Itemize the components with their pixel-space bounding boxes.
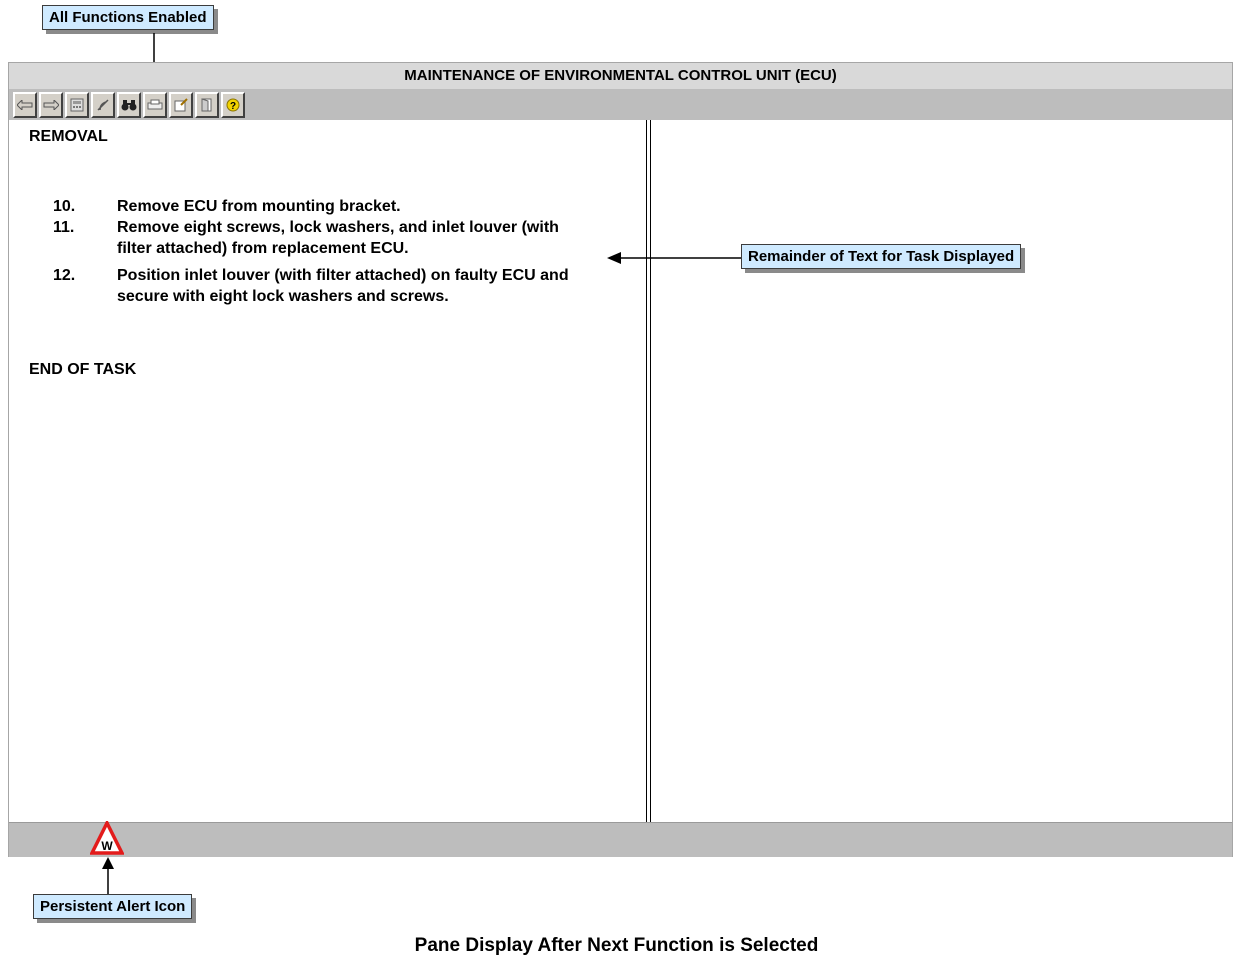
forward-button[interactable]	[39, 92, 63, 118]
status-bar	[9, 822, 1232, 857]
ecu-window: MAINTENANCE OF ENVIRONMENTAL CONTROL UNI…	[8, 62, 1233, 857]
exit-door-icon	[201, 98, 212, 112]
exit-button[interactable]	[195, 92, 219, 118]
figure-caption: Pane Display After Next Function is Sele…	[414, 935, 819, 956]
pane-divider[interactable]	[646, 120, 651, 822]
toolbar: ?	[9, 90, 1232, 120]
section-heading: REMOVAL	[29, 128, 108, 145]
svg-text:?: ?	[230, 101, 236, 112]
calculator-icon	[70, 98, 84, 112]
print-icon	[147, 99, 163, 110]
callout-arrow-remainder	[607, 252, 741, 264]
notes-icon	[174, 98, 188, 112]
notes-button[interactable]	[169, 92, 193, 118]
print-button[interactable]	[143, 92, 167, 118]
forward-arrow-icon	[43, 100, 59, 110]
signal-button[interactable]	[91, 92, 115, 118]
back-button[interactable]	[13, 92, 37, 118]
step-number: 10.	[53, 198, 76, 215]
callout-persistent-alert-icon: Persistent Alert Icon	[33, 894, 193, 919]
step-number: 12.	[53, 267, 76, 284]
warning-letter: W	[101, 839, 113, 853]
end-of-task: END OF TASK	[29, 361, 137, 378]
step-text: Position inlet louver (with filter attac…	[117, 267, 569, 305]
callout-all-functions-enabled: All Functions Enabled	[42, 5, 214, 30]
binoculars-icon	[121, 100, 137, 111]
calculator-button[interactable]	[65, 92, 89, 118]
graphics-pane	[652, 120, 1232, 822]
step-text: Remove ECU from mounting bracket.	[117, 198, 401, 215]
back-arrow-icon	[17, 100, 33, 110]
warning-alert-icon[interactable]: W	[90, 821, 124, 856]
signal-icon	[97, 99, 109, 111]
help-button[interactable]: ?	[221, 92, 245, 118]
window-title: MAINTENANCE OF ENVIRONMENTAL CONTROL UNI…	[9, 63, 1232, 90]
callout-remainder-of-text: Remainder of Text for Task Displayed	[741, 244, 1022, 269]
search-button[interactable]	[117, 92, 141, 118]
text-pane[interactable]: REMOVAL 10. Remove ECU from mounting bra…	[11, 120, 645, 822]
callout-arrow-alert	[102, 857, 114, 895]
step-number: 11.	[53, 219, 75, 236]
step-text: Remove eight screws, lock washers, and i…	[117, 219, 559, 257]
help-icon: ?	[226, 98, 240, 112]
